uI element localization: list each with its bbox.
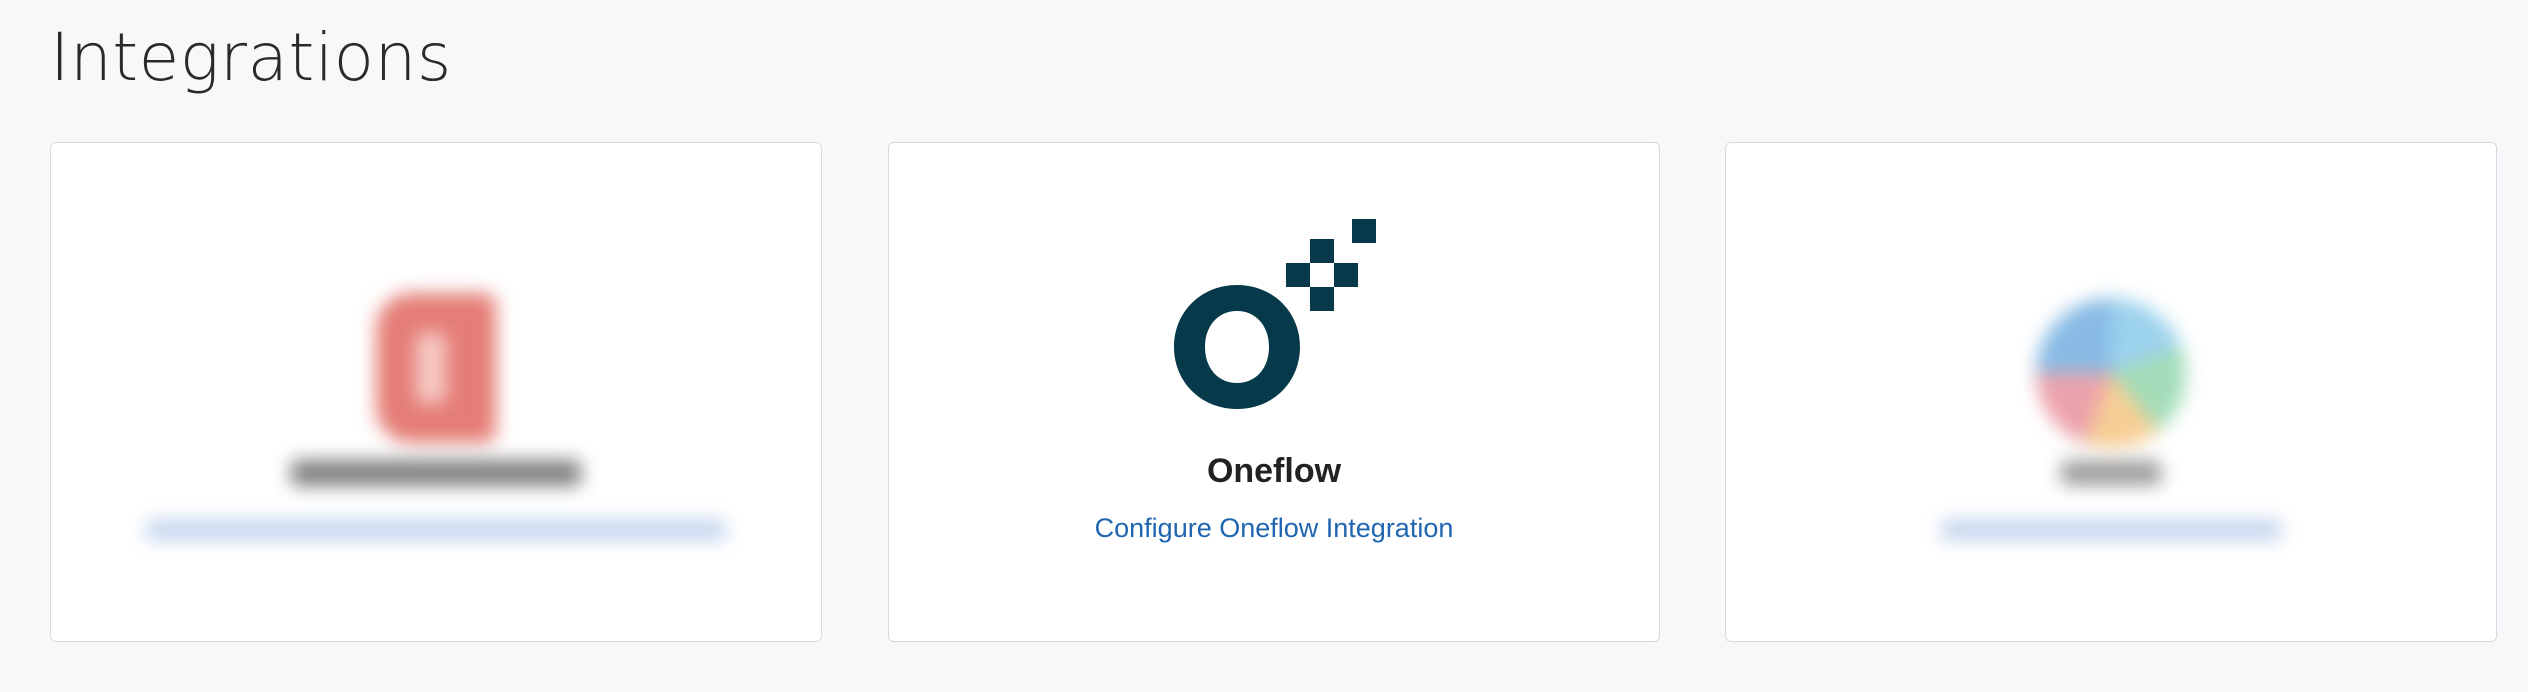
- card-name: [1726, 451, 2496, 491]
- card-logo: [1726, 213, 2496, 448]
- card-name: Oneflow: [1206, 452, 1342, 490]
- color-wheel-icon: [2036, 298, 2186, 448]
- oneflow-logo: [1174, 219, 1376, 409]
- card-logo: [889, 213, 1659, 413]
- card-name: [51, 451, 821, 491]
- configure-integration-link[interactable]: [1726, 511, 2496, 545]
- integration-card-1[interactable]: [50, 142, 822, 642]
- configure-integration-link[interactable]: [51, 511, 821, 545]
- page-title: Integrations: [50, 19, 452, 96]
- integrations-page: Integrations Oneflow Configure Oneflow I…: [0, 0, 2528, 692]
- integration-card-oneflow[interactable]: Oneflow Configure Oneflow Integration: [888, 142, 1660, 642]
- integration-card-3[interactable]: [1725, 142, 2497, 642]
- card-logo: [51, 213, 821, 443]
- office-icon: [376, 293, 496, 443]
- integration-cards: Oneflow Configure Oneflow Integration: [50, 142, 2497, 644]
- configure-oneflow-link[interactable]: Configure Oneflow Integration: [889, 511, 1659, 545]
